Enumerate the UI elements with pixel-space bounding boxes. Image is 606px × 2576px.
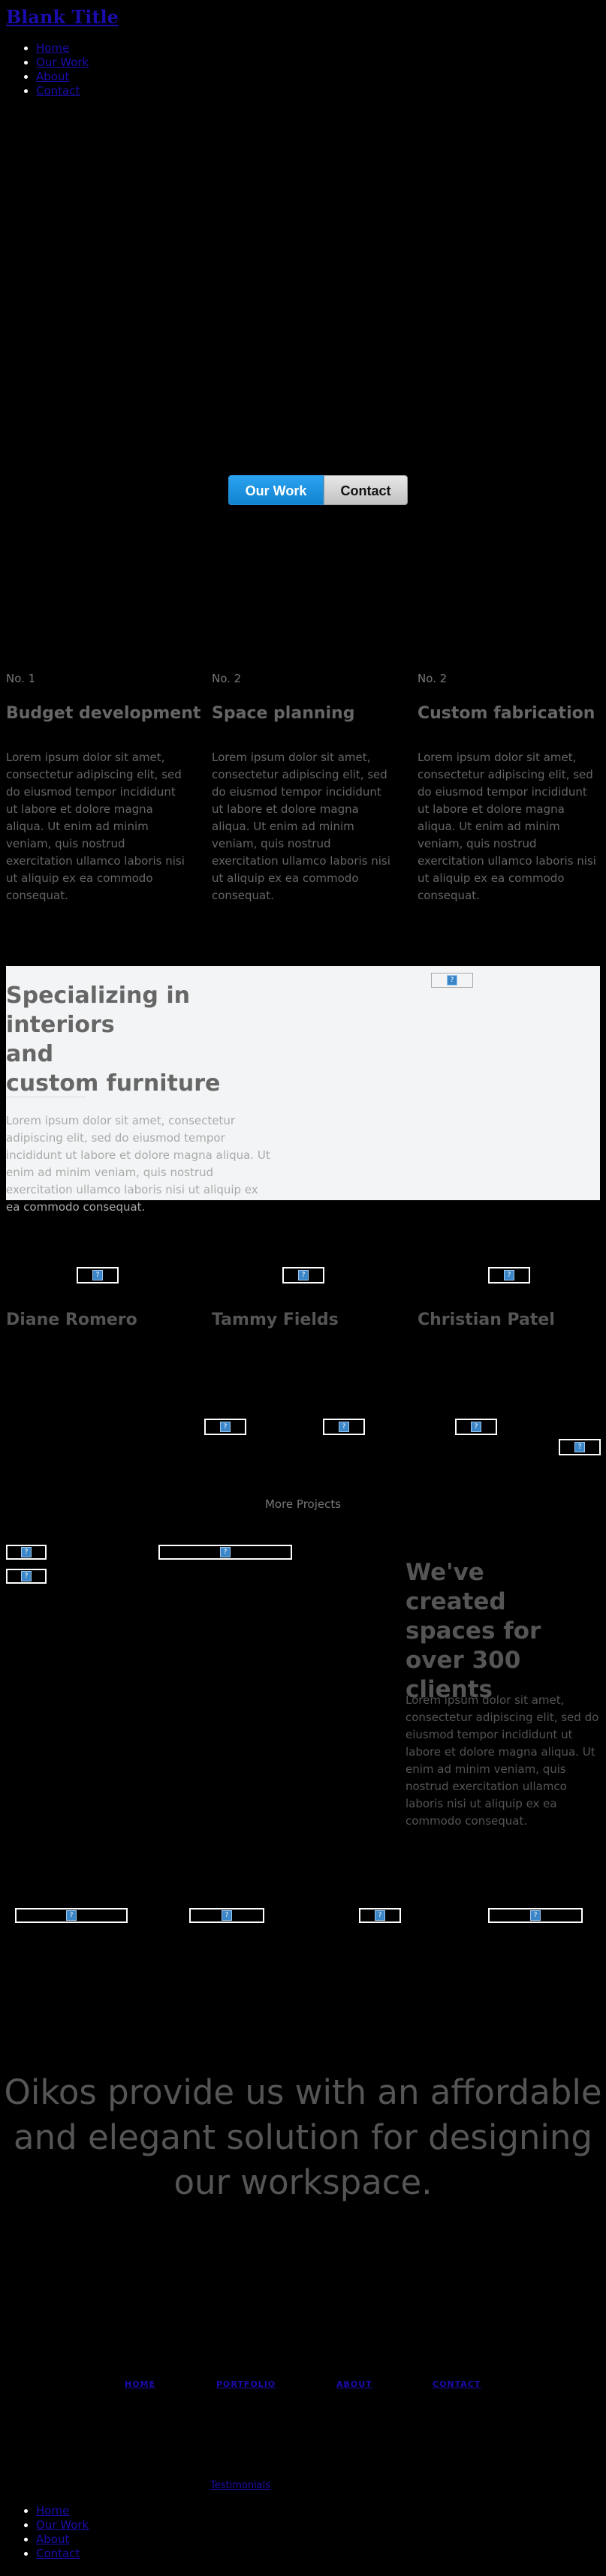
project-thumbnail[interactable]: ? [559, 1439, 601, 1455]
client-image: ? [6, 1569, 47, 1584]
client-image: ? [6, 1545, 47, 1560]
broken-image-icon: ? [375, 1910, 385, 1921]
broken-image-icon: ? [530, 1910, 541, 1921]
team-photo: ? [488, 1267, 530, 1283]
feature-text: Lorem ipsum dolor sit amet, consectetur … [6, 1114, 270, 1214]
service-text: Lorem ipsum dolor sit amet, consectetur … [6, 751, 185, 902]
service-number: No. 2 [418, 672, 448, 685]
broken-image-icon: ? [66, 1910, 77, 1921]
service-title: Custom fabrication [418, 704, 595, 723]
broken-image-icon: ? [504, 1270, 514, 1280]
site-title-link[interactable]: Blank Title [6, 6, 119, 28]
client-logo: ? [488, 1908, 583, 1923]
nav-link-our-work[interactable]: Our Work [36, 56, 89, 69]
service-title: Budget development [6, 704, 201, 723]
service-text: Lorem ipsum dolor sit amet, consectetur … [418, 751, 596, 902]
project-thumbnail[interactable]: ? [455, 1419, 497, 1435]
team-member-name: Tammy Fields [212, 1311, 339, 1329]
nav-item: Our Work [36, 56, 89, 70]
project-thumbnail[interactable]: ? [323, 1419, 365, 1435]
broken-image-icon: ? [447, 975, 457, 986]
broken-image-icon: ? [92, 1270, 103, 1280]
contact-button[interactable]: Contact [324, 475, 408, 505]
client-logo: ? [15, 1908, 128, 1923]
testimonial-quote: Oikos provide us with an affordable and … [4, 2072, 602, 2202]
nav-item: Our Work [36, 2518, 89, 2532]
team-member-name: Diane Romero [6, 1311, 137, 1329]
footer-link-home[interactable]: HOME [125, 2379, 155, 2389]
broken-image-icon: ? [222, 1910, 232, 1921]
broken-image-icon: ? [21, 1547, 32, 1557]
footer-nav-link-about[interactable]: About [36, 2532, 69, 2546]
footer-link-portfolio[interactable]: PORTFOLIO [216, 2379, 276, 2389]
broken-image-icon: ? [21, 1571, 32, 1581]
feature-title: Specializing in interiors and custom furni… [6, 983, 221, 1097]
nav-item: Contact [36, 2547, 89, 2561]
service-text: Lorem ipsum dolor sit amet, consectetur … [212, 751, 390, 902]
clients-text: Lorem ipsum dolor sit amet, consectetur … [406, 1693, 599, 1828]
team-photo: ? [77, 1267, 119, 1283]
service-number: No. 2 [212, 672, 242, 685]
client-logo: ? [189, 1908, 264, 1923]
client-image: ? [158, 1545, 292, 1560]
clients-title: We've created spaces for over 300 client… [406, 1559, 541, 1703]
broken-image-icon: ? [220, 1422, 231, 1432]
footer-link-contact[interactable]: CONTACT [433, 2379, 481, 2389]
footer-nav-link-contact[interactable]: Contact [36, 2547, 80, 2560]
broken-image-icon: ? [220, 1547, 231, 1557]
broken-image-icon: ? [298, 1270, 309, 1280]
broken-image-icon: ? [339, 1422, 349, 1432]
more-projects-label[interactable]: More Projects [0, 1497, 606, 1511]
footer-nav: Home Our Work About Contact [36, 2504, 89, 2561]
testimonials-link[interactable]: Testimonials [210, 2480, 270, 2491]
footer-link-about[interactable]: ABOUT [336, 2379, 372, 2389]
team-photo: ? [282, 1267, 324, 1283]
nav-item: Home [36, 2504, 89, 2518]
nav-link-contact[interactable]: Contact [36, 84, 80, 98]
broken-image-icon: ? [471, 1422, 481, 1432]
service-number: No. 1 [6, 672, 36, 685]
feature-image: ? [431, 973, 473, 988]
nav-item: About [36, 70, 89, 84]
broken-image-icon: ? [574, 1442, 585, 1452]
service-title: Space planning [212, 704, 355, 723]
nav-item: About [36, 2532, 89, 2547]
client-logo: ? [359, 1908, 401, 1923]
team-member-name: Christian Patel [418, 1311, 555, 1329]
top-nav: Home Our Work About Contact [36, 41, 89, 98]
nav-item: Contact [36, 84, 89, 98]
project-thumbnail[interactable]: ? [204, 1419, 246, 1435]
nav-link-home[interactable]: Home [36, 41, 69, 55]
footer-nav-link-our-work[interactable]: Our Work [36, 2518, 89, 2532]
nav-link-about[interactable]: About [36, 70, 69, 83]
footer-nav-link-home[interactable]: Home [36, 2504, 69, 2517]
our-work-button[interactable]: Our Work [228, 475, 324, 505]
nav-item: Home [36, 41, 89, 56]
